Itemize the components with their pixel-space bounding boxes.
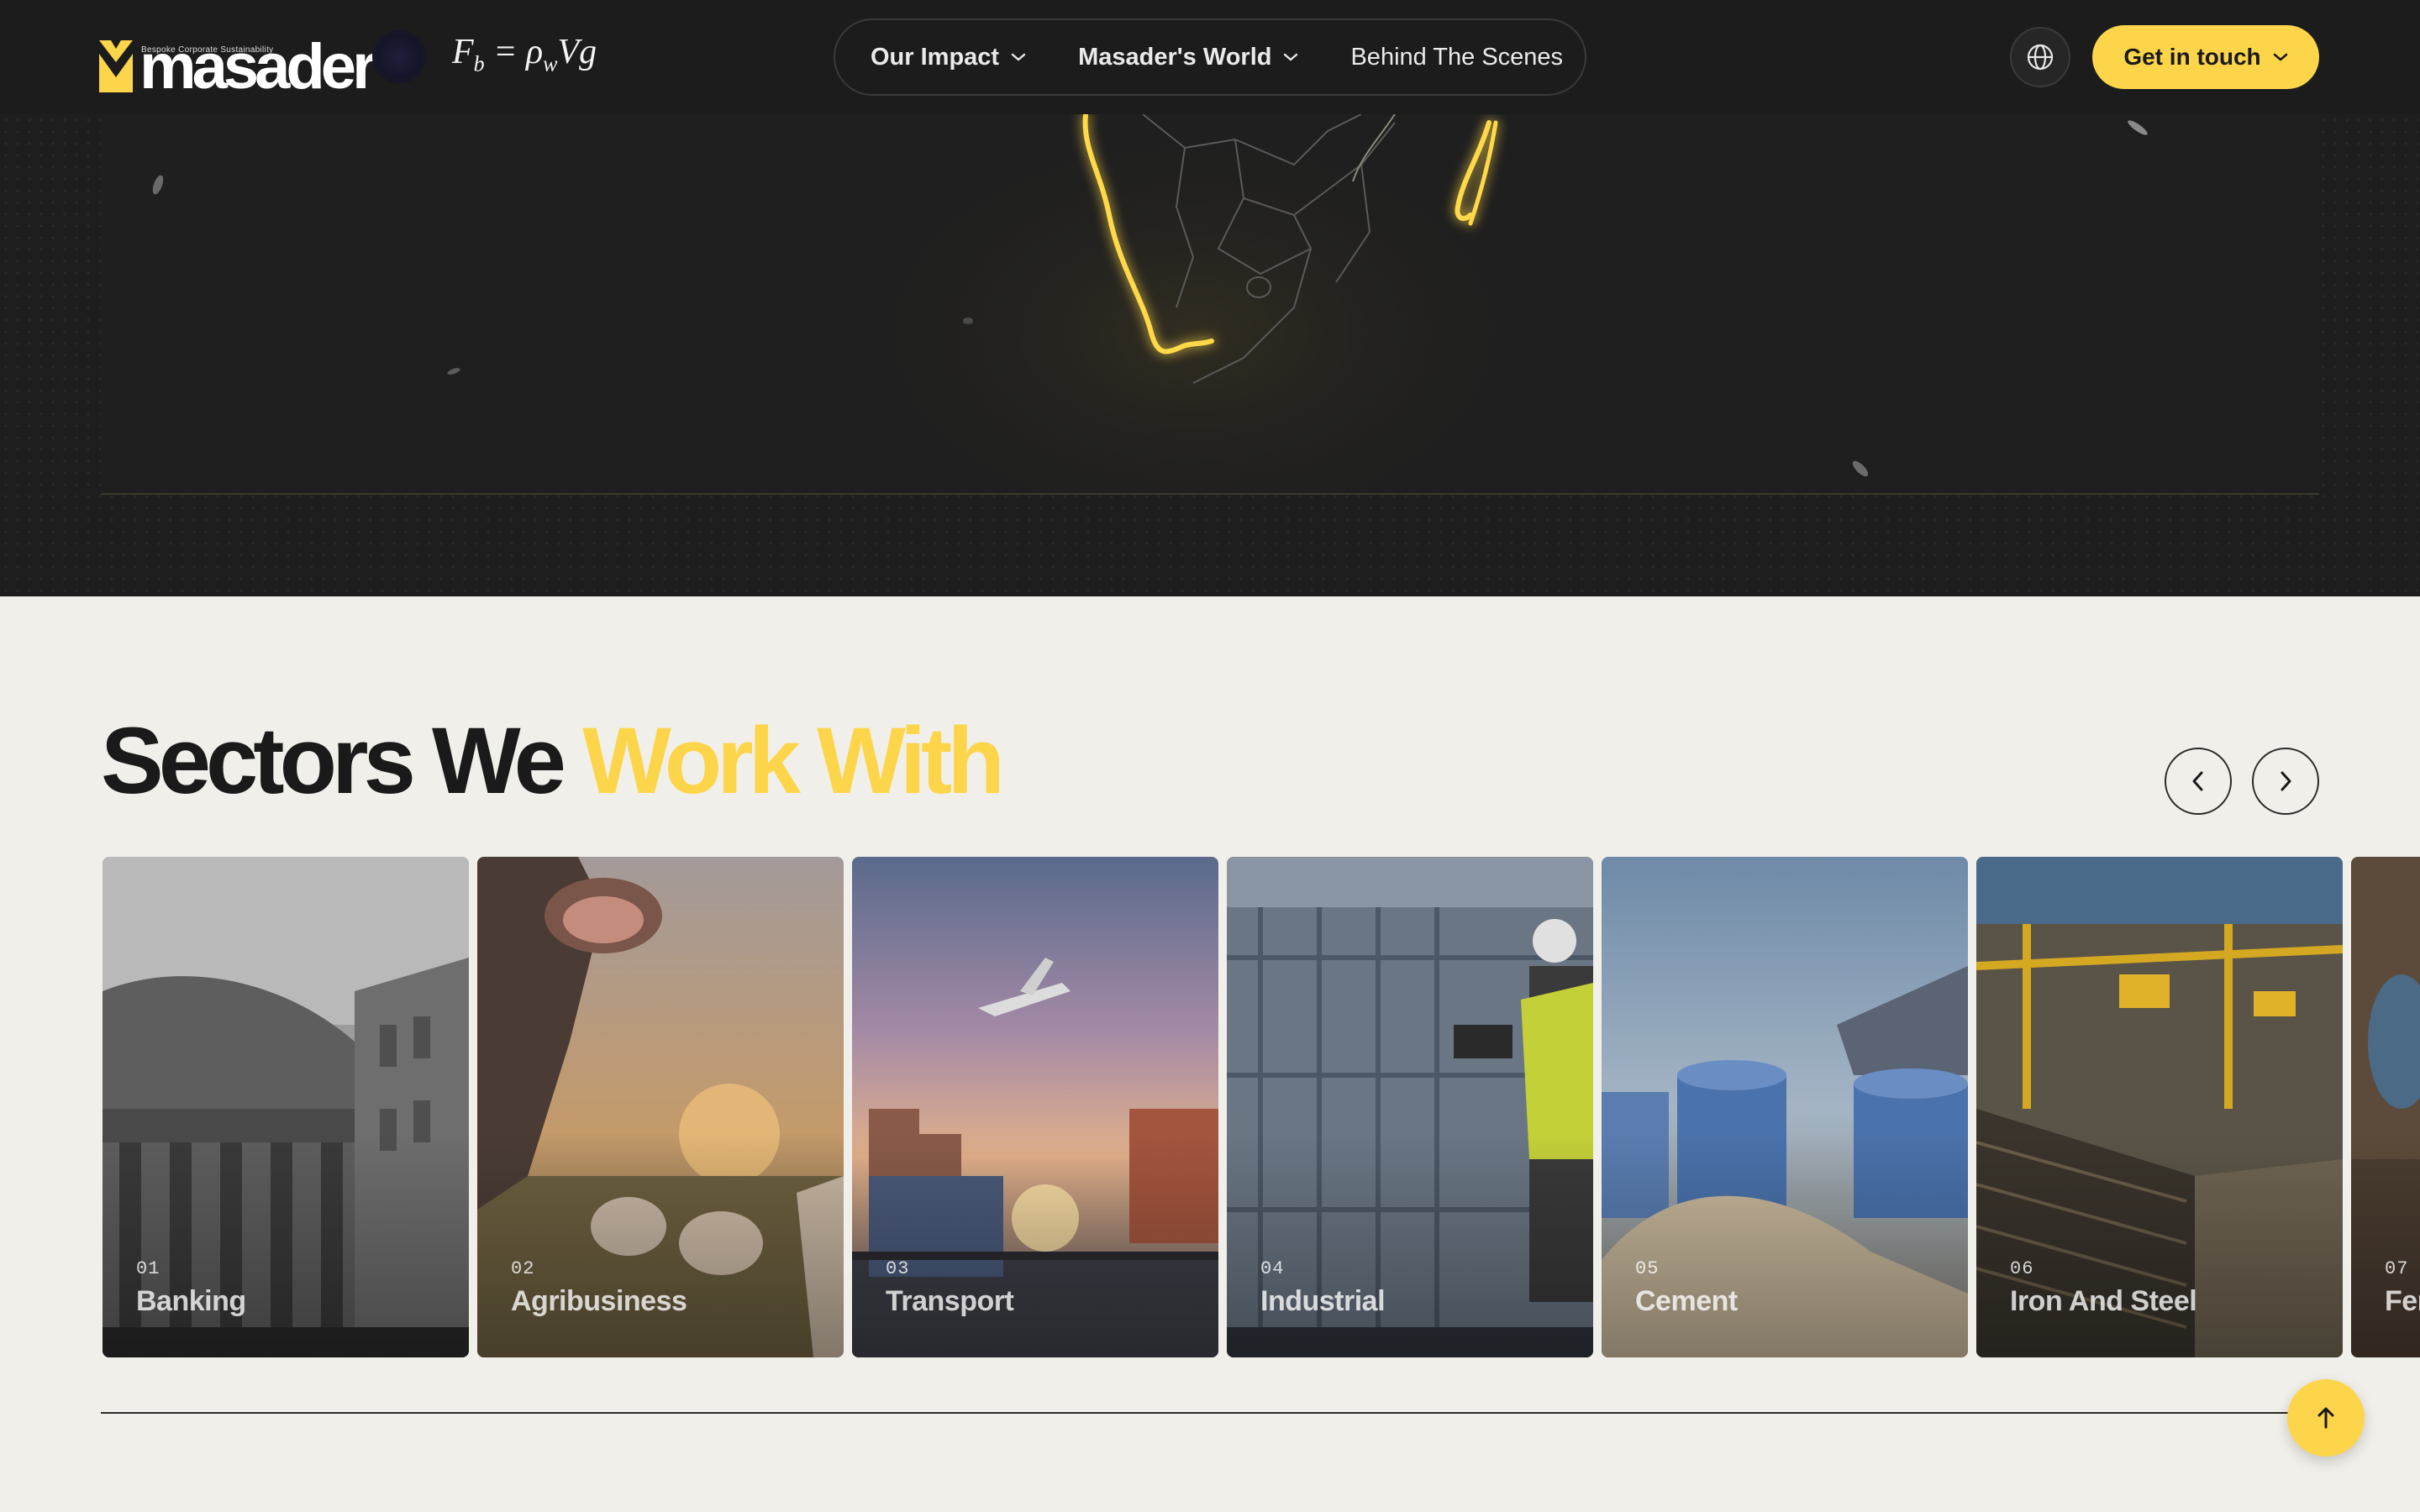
nav-our-impact[interactable]: Our Impact xyxy=(871,44,1026,71)
sector-card-banking[interactable]: 01 Banking xyxy=(103,857,469,1357)
buoyancy-formula: Fb = ρwVg xyxy=(452,33,597,76)
masader-logo[interactable]: Bespoke Corporate Sustainability masader xyxy=(99,22,377,99)
language-button[interactable] xyxy=(2010,27,2070,87)
section-divider xyxy=(101,1412,2319,1414)
carousel-prev-button[interactable] xyxy=(2165,748,2232,815)
sector-label: Industrial xyxy=(1260,1285,1386,1317)
decorative-orb xyxy=(372,30,426,84)
nav-behind-the-scenes[interactable]: Behind The Scenes xyxy=(1350,44,1563,71)
nav-masaders-world[interactable]: Masader's World xyxy=(1078,44,1298,71)
sector-number: 02 xyxy=(511,1258,535,1279)
carousel-next-button[interactable] xyxy=(2252,748,2319,815)
chevron-down-icon xyxy=(2273,53,2287,61)
sector-card-agribusiness[interactable]: 02 Agribusiness xyxy=(477,857,844,1357)
chevron-right-icon xyxy=(2281,771,2291,791)
sector-number: 06 xyxy=(2010,1258,2034,1279)
chevron-down-icon xyxy=(1284,53,1298,61)
scroll-to-top-button[interactable] xyxy=(2287,1379,2365,1457)
sector-label: Banking xyxy=(136,1285,246,1317)
sector-card-cement[interactable]: 05 Cement xyxy=(1602,857,1968,1357)
sector-label: Agribusiness xyxy=(511,1285,687,1317)
sector-card-transport[interactable]: 03 Transport xyxy=(852,857,1218,1357)
chevron-left-icon xyxy=(2192,771,2203,791)
site-header: Bespoke Corporate Sustainability masader… xyxy=(0,0,2420,114)
sector-number: 01 xyxy=(136,1258,160,1279)
main-nav: Our Impact Masader's World Behind The Sc… xyxy=(834,18,1586,96)
southern-africa-map-illustration xyxy=(152,114,2148,493)
chevron-down-icon xyxy=(1011,53,1026,61)
sector-label: Fer xyxy=(2385,1285,2420,1317)
hero-section xyxy=(0,114,2420,596)
africa-map-panel xyxy=(101,114,2319,495)
sector-card-07[interactable]: 07 Fer xyxy=(2351,857,2420,1357)
get-in-touch-button[interactable]: Get in touch xyxy=(2092,25,2319,89)
globe-icon xyxy=(2027,44,2054,71)
arrow-up-icon xyxy=(2317,1407,2334,1429)
logo-wordmark: masader xyxy=(139,31,377,102)
sector-label: Iron And Steel xyxy=(2010,1285,2197,1317)
sectors-heading: Sectors We Work With xyxy=(101,708,1005,813)
sector-number: 04 xyxy=(1260,1258,1285,1279)
sector-number: 05 xyxy=(1635,1258,1660,1279)
sector-card-industrial[interactable]: 04 Industrial xyxy=(1227,857,1593,1357)
sector-label: Transport xyxy=(886,1285,1014,1317)
sector-card-iron-and-steel[interactable]: 06 Iron And Steel xyxy=(1976,857,2343,1357)
sector-number: 03 xyxy=(886,1258,910,1279)
sectors-carousel: 01 Banking 02 Agribusiness 03 Transport … xyxy=(103,857,2420,1357)
masader-logo-icon xyxy=(99,40,133,92)
sector-number: 07 xyxy=(2385,1258,2409,1279)
sector-label: Cement xyxy=(1635,1285,1738,1317)
